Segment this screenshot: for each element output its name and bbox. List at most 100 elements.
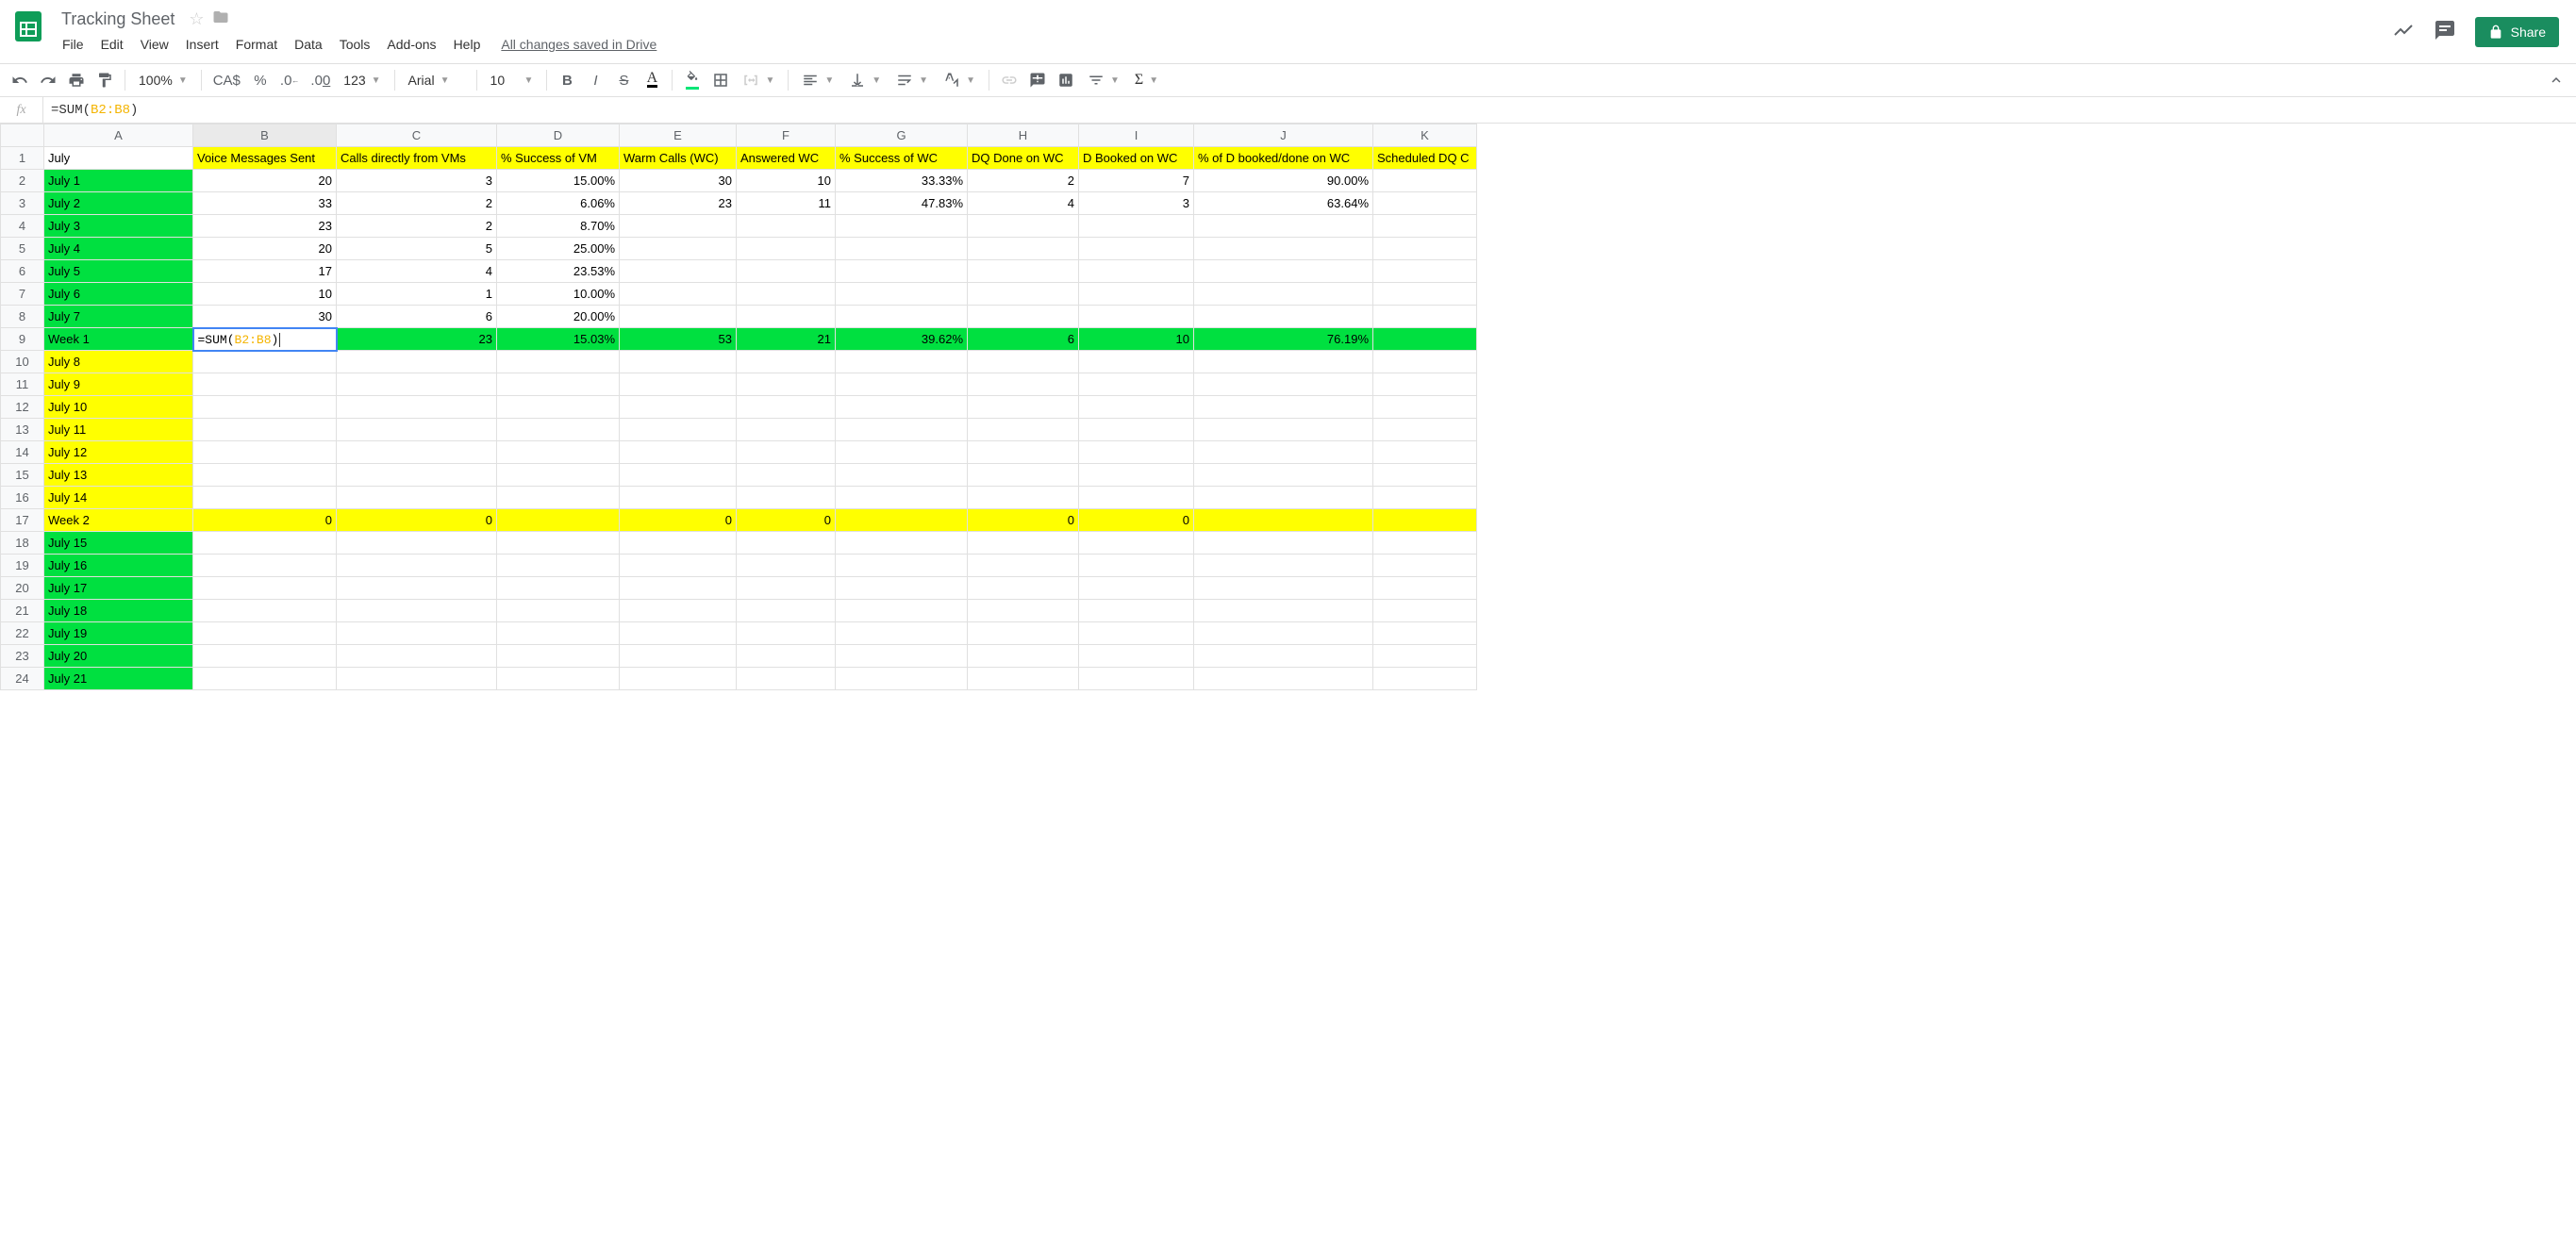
cell[interactable] — [337, 668, 497, 690]
bold-button[interactable]: B — [555, 68, 579, 92]
cell[interactable] — [1194, 238, 1373, 260]
cell[interactable] — [968, 645, 1079, 668]
cell[interactable] — [1373, 351, 1477, 373]
cell[interactable] — [337, 577, 497, 600]
cell[interactable] — [968, 215, 1079, 238]
currency-button[interactable]: CA$ — [209, 68, 244, 92]
cell[interactable] — [1373, 419, 1477, 441]
cell[interactable]: 23 — [337, 328, 497, 351]
redo-button[interactable] — [36, 68, 60, 92]
zoom-select[interactable]: 100%▼ — [133, 71, 193, 90]
row-header[interactable]: 21 — [1, 600, 44, 622]
cell[interactable] — [968, 622, 1079, 645]
cell[interactable]: 20 — [193, 170, 337, 192]
halign-button[interactable]: ▼ — [796, 70, 839, 91]
cell[interactable] — [497, 396, 620, 419]
cell[interactable] — [620, 283, 737, 306]
cell[interactable] — [1079, 215, 1194, 238]
row-header[interactable]: 4 — [1, 215, 44, 238]
cell[interactable]: 47.83% — [836, 192, 968, 215]
cell[interactable] — [1194, 600, 1373, 622]
row-header[interactable]: 3 — [1, 192, 44, 215]
merge-cells-button[interactable]: ▼ — [737, 70, 780, 91]
wrap-button[interactable]: ▼ — [890, 70, 934, 91]
menu-tools[interactable]: Tools — [332, 33, 378, 56]
col-header-C[interactable]: C — [337, 124, 497, 147]
cell[interactable]: July 15 — [44, 532, 193, 555]
cell[interactable] — [1194, 283, 1373, 306]
cell[interactable] — [497, 373, 620, 396]
cell[interactable] — [620, 238, 737, 260]
cell[interactable] — [1373, 170, 1477, 192]
cell[interactable]: July 18 — [44, 600, 193, 622]
cell[interactable]: July 17 — [44, 577, 193, 600]
row-header[interactable]: 16 — [1, 487, 44, 509]
cell[interactable] — [1079, 373, 1194, 396]
cell[interactable]: July 9 — [44, 373, 193, 396]
cell[interactable] — [1079, 487, 1194, 509]
cell[interactable] — [968, 668, 1079, 690]
cell[interactable]: July 3 — [44, 215, 193, 238]
cell[interactable]: July 11 — [44, 419, 193, 441]
row-header[interactable]: 18 — [1, 532, 44, 555]
cell[interactable] — [337, 373, 497, 396]
cell[interactable] — [968, 306, 1079, 328]
cell[interactable] — [836, 238, 968, 260]
decrease-decimal-button[interactable]: .0← — [276, 68, 304, 92]
cell[interactable] — [193, 351, 337, 373]
text-color-button[interactable]: A — [640, 68, 664, 92]
col-header-J[interactable]: J — [1194, 124, 1373, 147]
cell[interactable] — [337, 419, 497, 441]
cell[interactable] — [1079, 260, 1194, 283]
fill-color-button[interactable] — [680, 68, 705, 92]
font-select[interactable]: Arial▼ — [403, 71, 469, 90]
select-all-corner[interactable] — [1, 124, 44, 147]
cell[interactable]: 3 — [1079, 192, 1194, 215]
formula-hint-icon[interactable]: ? — [193, 333, 194, 346]
cell[interactable] — [620, 373, 737, 396]
cell[interactable] — [1194, 555, 1373, 577]
cell[interactable] — [737, 487, 836, 509]
cell[interactable] — [1079, 306, 1194, 328]
cell[interactable]: 10.00% — [497, 283, 620, 306]
cell[interactable] — [620, 419, 737, 441]
cell[interactable] — [193, 577, 337, 600]
cell[interactable] — [836, 645, 968, 668]
col-header-E[interactable]: E — [620, 124, 737, 147]
cell[interactable]: 7 — [1079, 170, 1194, 192]
col-header-F[interactable]: F — [737, 124, 836, 147]
cell[interactable] — [1373, 283, 1477, 306]
cell[interactable] — [968, 600, 1079, 622]
cell[interactable] — [836, 441, 968, 464]
cell[interactable] — [836, 306, 968, 328]
cell[interactable]: 23 — [193, 215, 337, 238]
cell[interactable] — [737, 441, 836, 464]
cell[interactable]: July 14 — [44, 487, 193, 509]
cell[interactable] — [620, 487, 737, 509]
row-header[interactable]: 19 — [1, 555, 44, 577]
row-header[interactable]: 9 — [1, 328, 44, 351]
cell[interactable] — [1194, 306, 1373, 328]
formula-input[interactable]: =SUM(B2:B8) — [43, 97, 2576, 123]
link-button[interactable] — [997, 68, 1022, 92]
valign-button[interactable]: ▼ — [843, 70, 887, 91]
cell[interactable] — [836, 373, 968, 396]
row-header[interactable]: 7 — [1, 283, 44, 306]
cell[interactable] — [968, 351, 1079, 373]
row-header[interactable]: 24 — [1, 668, 44, 690]
row-header[interactable]: 23 — [1, 645, 44, 668]
cell[interactable]: 2 — [968, 170, 1079, 192]
cell[interactable] — [836, 622, 968, 645]
cell[interactable]: 0 — [737, 509, 836, 532]
cell[interactable]: 11 — [737, 192, 836, 215]
cell[interactable]: 17 — [193, 260, 337, 283]
cell[interactable] — [193, 532, 337, 555]
cell[interactable]: July — [44, 147, 193, 170]
cell[interactable] — [1079, 645, 1194, 668]
cell[interactable] — [193, 622, 337, 645]
comments-icon[interactable] — [2434, 19, 2456, 46]
cell[interactable] — [1194, 509, 1373, 532]
cell[interactable] — [337, 351, 497, 373]
cell[interactable] — [1373, 306, 1477, 328]
cell[interactable] — [968, 260, 1079, 283]
